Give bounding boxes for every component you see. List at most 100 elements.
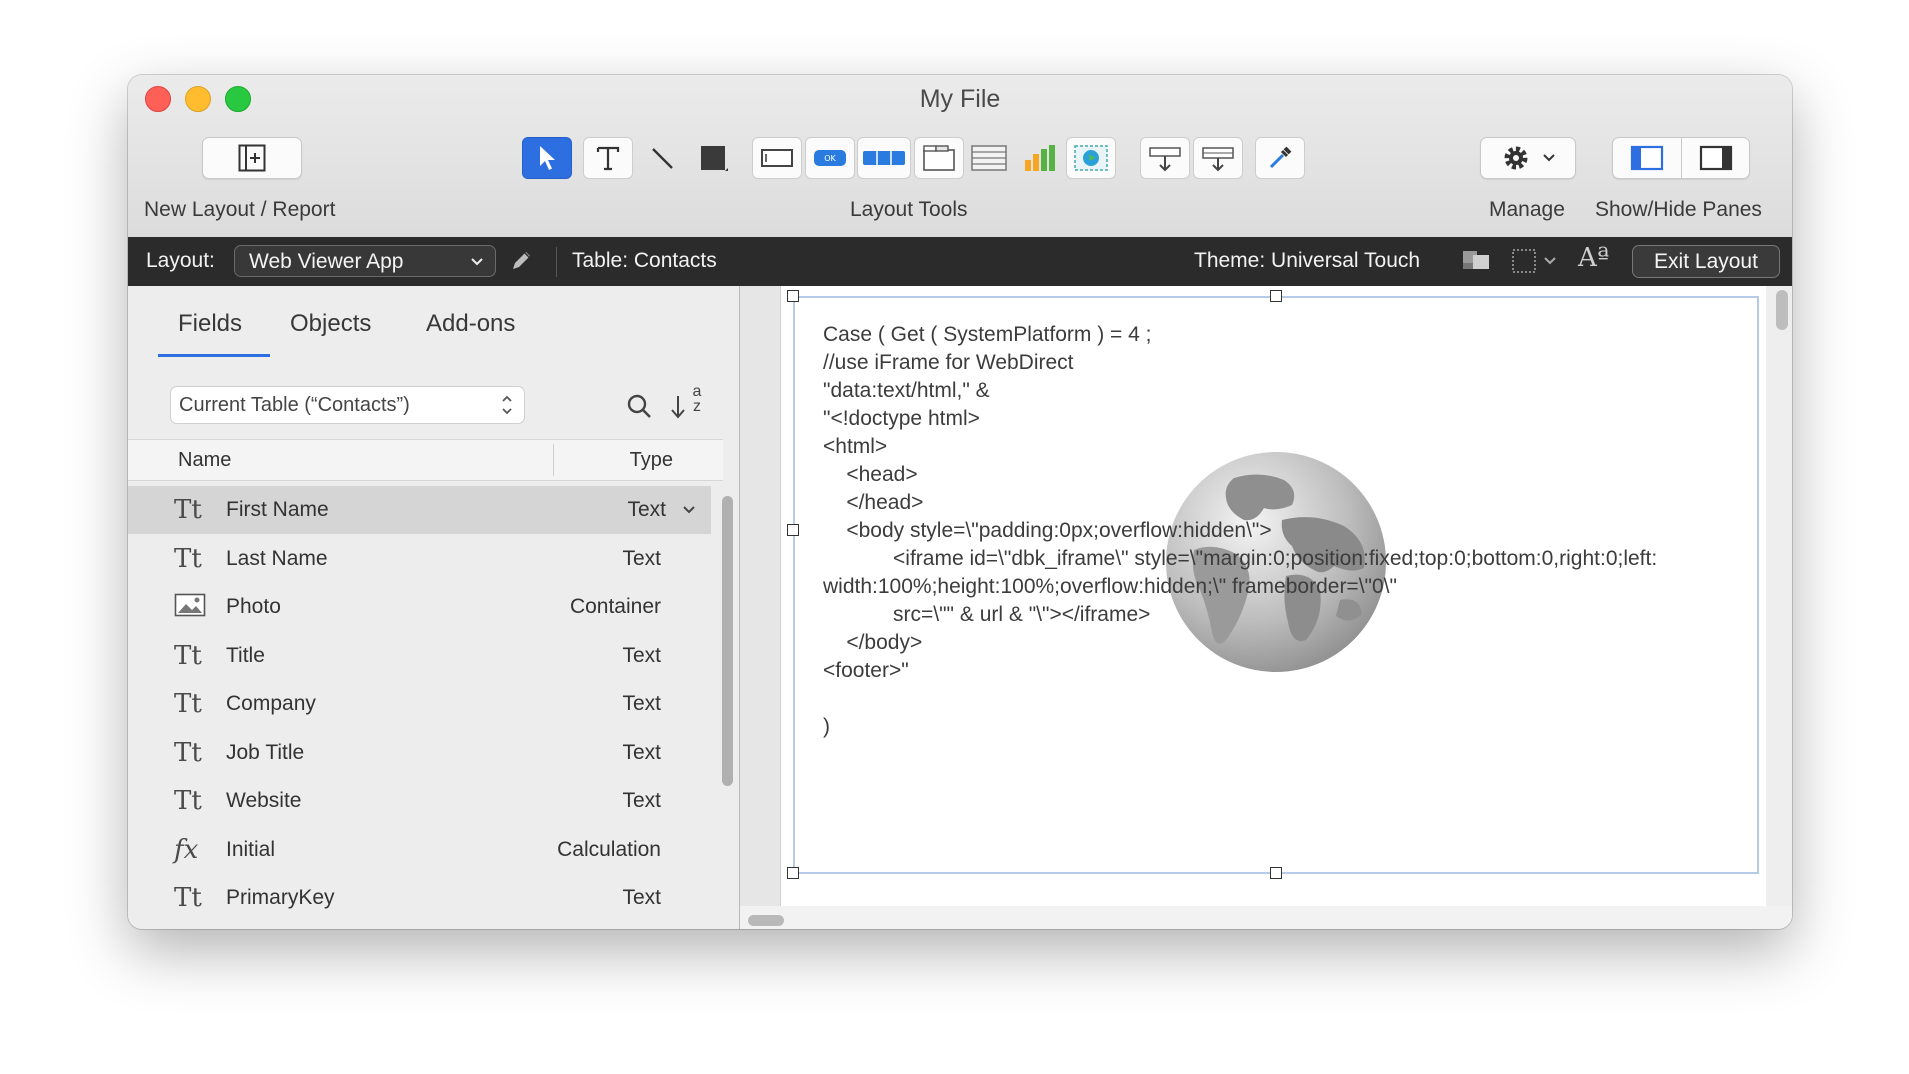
sort-button[interactable]: a z xyxy=(668,384,712,424)
text-tool[interactable] xyxy=(583,137,633,179)
field-type: Text xyxy=(622,692,661,715)
theme-label[interactable]: Theme: Universal Touch xyxy=(1194,249,1420,273)
format-painter-tool[interactable] xyxy=(1255,137,1305,179)
button-tool[interactable]: OK xyxy=(805,137,855,179)
chevron-down-icon xyxy=(1543,154,1555,162)
field-row[interactable]: Tt PrimaryKey Text xyxy=(128,874,711,922)
left-pane: Fields Objects Add-ons Current Table (“C… xyxy=(128,286,740,929)
code-line: Case ( Get ( SystemPlatform ) = 4 ; xyxy=(823,323,1152,346)
show-hide-panes-group xyxy=(1612,137,1750,179)
insert-field-tool[interactable] xyxy=(1140,137,1190,179)
layout-margin xyxy=(740,286,781,906)
canvas-vertical-scrollbar[interactable] xyxy=(1776,290,1788,330)
field-name: First Name xyxy=(226,498,329,521)
resize-handle-bottom-left[interactable] xyxy=(787,867,799,879)
new-layout-button[interactable] xyxy=(202,137,302,179)
web-viewer-tool[interactable] xyxy=(1066,137,1116,179)
right-pane-toggle[interactable] xyxy=(1682,138,1749,178)
column-type-header[interactable]: Type xyxy=(630,449,673,472)
field-row[interactable]: Photo Container xyxy=(128,583,711,631)
field-type[interactable]: Text xyxy=(627,498,666,522)
field-name: Photo xyxy=(226,595,281,618)
table-label: Table: Contacts xyxy=(572,249,717,272)
code-line: <html> xyxy=(823,435,888,458)
field-list-scrollbar[interactable] xyxy=(722,496,733,786)
layout-tools-label: Layout Tools xyxy=(850,198,968,221)
exit-layout-button[interactable]: Exit Layout xyxy=(1632,245,1780,278)
arrow-pointer-icon xyxy=(540,146,555,170)
chevron-down-icon xyxy=(471,258,483,266)
field-row[interactable]: Tt Job Title Text xyxy=(128,729,711,777)
calculation-icon: fx xyxy=(174,834,199,865)
resize-handle-top-center[interactable] xyxy=(1270,290,1282,302)
column-name-header[interactable]: Name xyxy=(178,449,231,472)
selection-tool[interactable] xyxy=(522,137,572,179)
field-name: Company xyxy=(226,692,316,715)
code-line: <iframe id=\"dbk_iframe\" style=\"margin… xyxy=(823,547,1658,570)
font-size-icon[interactable]: Aª xyxy=(1578,243,1609,273)
layout-dropdown-value: Web Viewer App xyxy=(249,250,404,273)
resize-handle-bottom-center[interactable] xyxy=(1270,867,1282,879)
field-row[interactable]: Tt First Name Text xyxy=(128,486,711,534)
field-row[interactable]: Tt Website Text xyxy=(128,777,711,825)
insert-part-tool[interactable] xyxy=(1193,137,1243,179)
table-dropdown[interactable]: Current Table (“Contacts”) xyxy=(170,386,525,424)
button-bar-tool[interactable] xyxy=(857,137,911,179)
canvas-horizontal-scroll-track xyxy=(740,906,1792,929)
code-line: <head> xyxy=(823,463,918,486)
tab-add-ons[interactable]: Add-ons xyxy=(426,310,515,338)
layout-label: Layout: xyxy=(146,249,215,272)
text-field-icon: Tt xyxy=(174,786,202,816)
tab-objects[interactable]: Objects xyxy=(290,310,371,338)
text-field-icon: Tt xyxy=(174,883,202,913)
code-line: </body> xyxy=(823,631,923,654)
new-layout-label: New Layout / Report xyxy=(144,198,336,221)
field-tool[interactable] xyxy=(752,137,802,179)
field-row[interactable]: Tt Company Text xyxy=(128,680,711,728)
code-line: ) xyxy=(823,715,830,738)
left-pane-icon xyxy=(1630,145,1664,171)
layout-dropdown[interactable]: Web Viewer App xyxy=(234,245,496,277)
code-line: //use iFrame for WebDirect xyxy=(823,351,1074,374)
text-field-icon: Tt xyxy=(174,689,202,719)
edit-layout-icon[interactable] xyxy=(508,248,534,274)
insert-field-icon xyxy=(1149,147,1181,172)
web-viewer-icon xyxy=(1074,145,1108,171)
chart-tool[interactable] xyxy=(1014,137,1064,179)
theme-icon[interactable] xyxy=(1460,247,1496,275)
tab-control-icon xyxy=(923,145,955,171)
show-hide-label: Show/Hide Panes xyxy=(1595,198,1762,221)
chevron-down-icon[interactable] xyxy=(681,504,697,516)
resize-handle-top-left[interactable] xyxy=(787,290,799,302)
field-type: Calculation xyxy=(557,837,661,861)
field-name: Initial xyxy=(226,837,276,861)
field-row[interactable]: Tt Last Name Text xyxy=(128,535,711,583)
field-type: Text xyxy=(622,546,661,570)
canvas-horizontal-scrollbar[interactable] xyxy=(748,915,784,926)
web-viewer-formula-text: Case ( Get ( SystemPlatform ) = 4 ; //use… xyxy=(823,321,1657,741)
code-line: <body style=\"padding:0px;overflow:hidde… xyxy=(823,519,1272,542)
shape-tool[interactable] xyxy=(688,137,738,179)
chevron-down-icon[interactable] xyxy=(1542,255,1558,267)
field-row[interactable]: Tt Title Text xyxy=(128,632,711,680)
text-field-icon: Tt xyxy=(174,495,202,525)
portal-icon xyxy=(971,145,1007,171)
left-pane-toggle[interactable] xyxy=(1613,138,1682,178)
code-line: "data:text/html," & xyxy=(823,379,990,402)
field-type: Text xyxy=(622,886,661,909)
portal-tool[interactable] xyxy=(964,137,1014,179)
button-icon: OK xyxy=(814,150,846,166)
rectangle-icon xyxy=(701,146,728,171)
field-row[interactable]: fx Initial Calculation xyxy=(128,826,711,874)
field-name: Title xyxy=(226,643,265,667)
manage-button[interactable] xyxy=(1480,137,1576,179)
toolbar-area: My File New Layout / Report OK Layout To… xyxy=(128,75,1792,238)
search-icon[interactable] xyxy=(625,392,653,420)
tab-control-tool[interactable] xyxy=(914,137,964,179)
code-line: src=\"" & url & "\"></iframe> xyxy=(823,603,1151,626)
line-tool[interactable] xyxy=(637,137,687,179)
grid-icon[interactable] xyxy=(1510,247,1538,275)
resize-handle-middle-left[interactable] xyxy=(787,524,799,536)
tab-fields[interactable]: Fields xyxy=(178,310,242,338)
web-viewer-object[interactable]: Case ( Get ( SystemPlatform ) = 4 ; //use… xyxy=(793,296,1759,874)
